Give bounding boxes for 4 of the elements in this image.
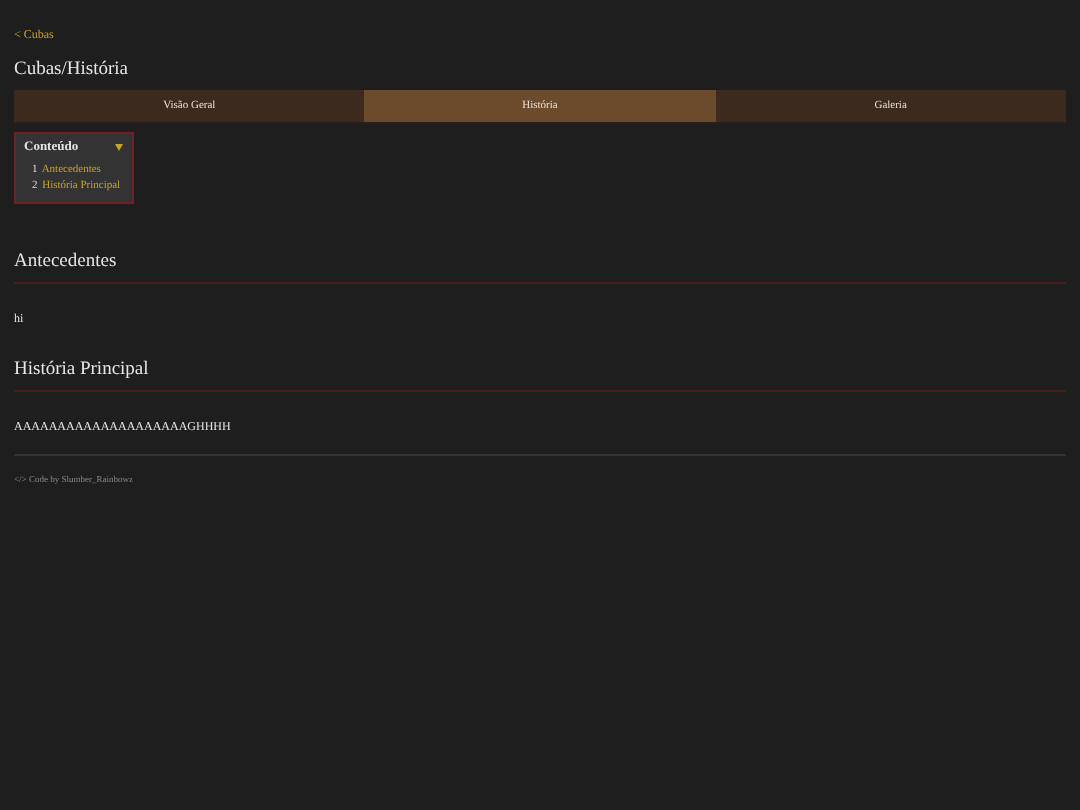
section-heading: História Principal — [14, 360, 149, 380]
section-heading: Antecedentes — [14, 252, 117, 272]
page-title: Cubas/História — [14, 60, 128, 80]
toggle-triangle-icon[interactable] — [114, 142, 124, 152]
